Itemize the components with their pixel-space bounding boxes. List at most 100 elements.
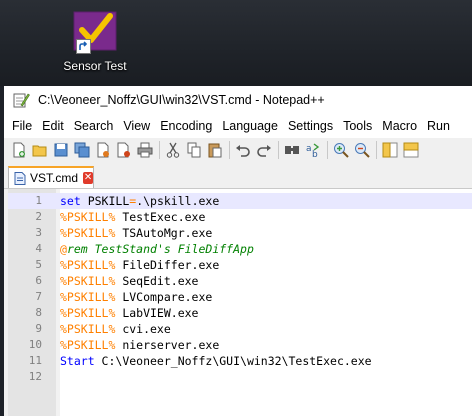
toolbar-separator: [159, 141, 160, 159]
code-line[interactable]: 7 %PSKILL% LVCompare.exe: [8, 289, 472, 305]
code-text: %PSKILL% TestExec.exe: [60, 209, 205, 225]
menu-encoding[interactable]: Encoding: [155, 114, 217, 138]
line-number: 10: [28, 338, 42, 351]
variable-token: %PSKILL%: [60, 210, 116, 224]
new-file-icon[interactable]: [10, 141, 28, 159]
shortcut-label: Sensor Test: [63, 59, 127, 73]
variable-token: %PSKILL%: [60, 274, 116, 288]
menu-bar: File Edit Search View Encoding Language …: [4, 114, 472, 138]
line-number: 2: [35, 210, 42, 223]
shortcut-arrow-icon: [76, 39, 91, 54]
code-text: %PSKILL% LVCompare.exe: [60, 289, 212, 305]
tab-close-icon[interactable]: ✕: [83, 172, 93, 184]
toolbar-separator: [327, 141, 328, 159]
notepadpp-app-icon: [12, 91, 30, 109]
operator-token: @: [60, 242, 67, 256]
text-token: nierserver.exe: [115, 338, 220, 352]
close-icon[interactable]: [94, 141, 112, 159]
variable-token: %PSKILL%: [60, 258, 116, 272]
menu-file[interactable]: File: [4, 114, 37, 138]
text-token: LVCompare.exe: [115, 290, 213, 304]
code-line[interactable]: 2 %PSKILL% TestExec.exe: [8, 209, 472, 225]
redo-icon[interactable]: [255, 141, 273, 159]
code-text: %PSKILL% TSAutoMgr.exe: [60, 225, 212, 241]
menu-tools[interactable]: Tools: [338, 114, 377, 138]
code-line[interactable]: 11 Start C:\Veoneer_Noffz\GUI\win32\TestE…: [8, 353, 472, 369]
code-line[interactable]: 5 %PSKILL% FileDiffer.exe: [8, 257, 472, 273]
text-token: LabVIEW.exe: [115, 306, 199, 320]
text-token: TestExec.exe: [115, 210, 206, 224]
variable-token: %PSKILL%: [60, 322, 116, 336]
sync-horizontal-icon[interactable]: [402, 141, 420, 159]
toolbar-separator: [278, 141, 279, 159]
open-file-icon[interactable]: [31, 141, 49, 159]
code-line[interactable]: 9 %PSKILL% cvi.exe: [8, 321, 472, 337]
line-number: 4: [35, 242, 42, 255]
code-line[interactable]: 1 set PSKILL=.\pskill.exe: [8, 193, 472, 209]
menu-language[interactable]: Language: [217, 114, 283, 138]
code-text: %PSKILL% FileDiffer.exe: [60, 257, 219, 273]
code-text: %PSKILL% LabVIEW.exe: [60, 305, 198, 321]
paste-icon[interactable]: [206, 141, 224, 159]
variable-token: %PSKILL%: [60, 226, 116, 240]
sensor-test-shortcut[interactable]: Sensor Test: [60, 10, 130, 78]
keyword-token: set: [60, 194, 81, 208]
tab-vst-cmd[interactable]: VST.cmd ✕: [8, 166, 94, 188]
print-icon[interactable]: [136, 141, 154, 159]
zoom-in-icon[interactable]: [332, 141, 350, 159]
menu-view[interactable]: View: [118, 114, 155, 138]
text-token: cvi.exe: [115, 322, 171, 336]
code-line[interactable]: 3 %PSKILL% TSAutoMgr.exe: [8, 225, 472, 241]
code-text: set PSKILL=.\pskill.exe: [60, 193, 219, 209]
copy-icon[interactable]: [185, 141, 203, 159]
menu-search[interactable]: Search: [69, 114, 119, 138]
menu-run[interactable]: Run: [422, 114, 455, 138]
text-token: SeqEdit.exe: [115, 274, 199, 288]
line-number: 12: [28, 370, 42, 383]
zoom-out-icon[interactable]: [353, 141, 371, 159]
line-number: 9: [35, 322, 42, 335]
cut-icon[interactable]: [164, 141, 182, 159]
desktop: Sensor Test: [0, 0, 472, 86]
close-all-icon[interactable]: [115, 141, 133, 159]
toolbar: ab: [4, 138, 472, 162]
menu-settings[interactable]: Settings: [283, 114, 338, 138]
sensor-test-icon: [72, 10, 118, 54]
code-line[interactable]: 4 @rem TestStand's FileDiffApp: [8, 241, 472, 257]
svg-text:a: a: [306, 144, 312, 154]
save-all-icon[interactable]: [73, 141, 91, 159]
toolbar-separator: [229, 141, 230, 159]
comment-token: rem TestStand's FileDiffApp: [66, 242, 254, 256]
code-line[interactable]: 6 %PSKILL% SeqEdit.exe: [8, 273, 472, 289]
menu-macro[interactable]: Macro: [377, 114, 422, 138]
code-line[interactable]: 12: [8, 369, 472, 385]
code-text: @rem TestStand's FileDiffApp: [60, 241, 254, 257]
keyword-token: Start: [60, 354, 95, 368]
undo-icon[interactable]: [234, 141, 252, 159]
line-number: 11: [28, 354, 42, 367]
line-number: 6: [35, 274, 42, 287]
code-text: %PSKILL% nierserver.exe: [60, 337, 219, 353]
code-text: Start C:\Veoneer_Noffz\GUI\win32\TestExe…: [60, 353, 372, 369]
code-text: %PSKILL% cvi.exe: [60, 321, 171, 337]
variable-token: %PSKILL%: [60, 290, 116, 304]
menu-edit[interactable]: Edit: [37, 114, 69, 138]
title-bar[interactable]: C:\Veoneer_Noffz\GUI\win32\VST.cmd - Not…: [4, 86, 472, 114]
file-icon: [14, 171, 26, 185]
text-token: PSKILL: [80, 194, 130, 208]
tab-bar: VST.cmd ✕: [4, 162, 472, 189]
text-token: TSAutoMgr.exe: [115, 226, 213, 240]
svg-text:b: b: [312, 150, 318, 158]
text-token: .\pskill.exe: [136, 194, 220, 208]
line-number: 5: [35, 258, 42, 271]
sync-vertical-icon[interactable]: [381, 141, 399, 159]
window-title: C:\Veoneer_Noffz\GUI\win32\VST.cmd - Not…: [38, 93, 325, 107]
code-line[interactable]: 8 %PSKILL% LabVIEW.exe: [8, 305, 472, 321]
code-line[interactable]: 10 %PSKILL% nierserver.exe: [8, 337, 472, 353]
replace-icon[interactable]: ab: [304, 141, 322, 159]
code-editor[interactable]: 1 set PSKILL=.\pskill.exe 2 %PSKILL% TestEx…: [8, 189, 472, 416]
save-icon[interactable]: [52, 141, 70, 159]
text-token: C:\Veoneer_Noffz\GUI\win32\TestExec.exe: [94, 354, 372, 368]
find-icon[interactable]: [283, 141, 301, 159]
line-number: 8: [35, 306, 42, 319]
